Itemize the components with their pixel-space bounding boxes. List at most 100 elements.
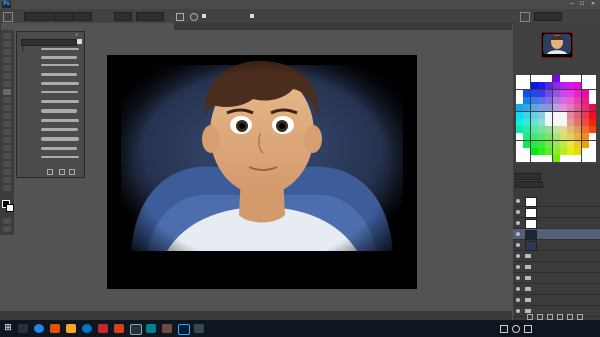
color-swatch[interactable]	[581, 111, 589, 119]
type-tool-icon[interactable]	[3, 153, 11, 159]
color-swatch[interactable]	[545, 111, 553, 119]
new-brush-icon[interactable]	[59, 169, 65, 175]
color-swatch[interactable]	[516, 118, 523, 126]
color-swatch[interactable]	[516, 96, 523, 104]
color-swatch[interactable]	[523, 82, 531, 90]
color-swatch[interactable]	[516, 140, 523, 148]
color-swatch[interactable]	[559, 82, 567, 90]
color-swatch[interactable]	[567, 89, 575, 97]
color-swatch[interactable]	[574, 148, 582, 155]
color-swatch[interactable]	[530, 140, 538, 148]
color-swatch[interactable]	[567, 133, 575, 141]
color-swatch[interactable]	[567, 75, 575, 82]
color-swatch[interactable]	[581, 75, 589, 82]
settings-gear-icon[interactable]	[190, 13, 198, 21]
app-icon[interactable]	[50, 324, 60, 333]
color-swatch[interactable]	[559, 148, 567, 155]
color-swatch[interactable]	[552, 148, 560, 155]
pen-tool-icon[interactable]	[3, 145, 11, 151]
color-swatch[interactable]	[559, 75, 567, 82]
color-swatch[interactable]	[530, 148, 538, 155]
panel-close-icon[interactable]: ×	[75, 32, 78, 37]
document-tab[interactable]	[1, 23, 174, 30]
quick-select-tool-icon[interactable]	[3, 57, 11, 63]
blur-tool-icon[interactable]	[3, 129, 11, 135]
color-swatch[interactable]	[537, 75, 545, 82]
quick-mask-icon[interactable]	[3, 218, 11, 224]
color-swatch[interactable]	[559, 155, 567, 163]
height-field[interactable]	[72, 12, 92, 21]
crop-tool-icon[interactable]	[3, 65, 11, 71]
straighten-button[interactable]	[136, 12, 164, 21]
brush-menu-icon[interactable]	[77, 39, 82, 44]
color-swatch[interactable]	[589, 96, 596, 104]
visibility-eye-icon[interactable]	[516, 309, 520, 313]
color-swatch[interactable]	[530, 75, 538, 82]
hand-tool-icon[interactable]	[3, 177, 11, 183]
color-swatch[interactable]	[516, 82, 523, 90]
history-brush-tool-icon[interactable]	[3, 105, 11, 111]
color-swatch[interactable]	[574, 155, 582, 163]
visibility-eye-icon[interactable]	[516, 221, 520, 225]
color-swatch[interactable]	[581, 118, 589, 126]
visibility-eye-icon[interactable]	[516, 265, 520, 269]
steam-icon[interactable]	[130, 324, 142, 335]
marquee-tool-icon[interactable]	[3, 41, 11, 47]
color-swatch[interactable]	[523, 118, 531, 126]
app-icon[interactable]	[194, 324, 204, 333]
color-swatch[interactable]	[589, 133, 596, 141]
visibility-eye-icon[interactable]	[516, 210, 520, 214]
move-tool-icon[interactable]	[3, 33, 11, 39]
app-icon[interactable]	[146, 324, 156, 333]
visibility-eye-icon[interactable]	[516, 232, 520, 236]
color-swatch[interactable]	[545, 140, 553, 148]
app-icon[interactable]	[162, 324, 172, 333]
color-swatch[interactable]	[545, 133, 553, 141]
color-swatch[interactable]	[523, 104, 531, 112]
dodge-tool-icon[interactable]	[3, 137, 11, 143]
eyedropper-tool-icon[interactable]	[3, 73, 11, 79]
color-swatch[interactable]	[552, 118, 560, 126]
color-swatch[interactable]	[589, 111, 596, 119]
color-swatch[interactable]	[523, 140, 531, 148]
color-swatch[interactable]	[559, 104, 567, 112]
color-swatch[interactable]	[559, 96, 567, 104]
color-swatch[interactable]	[574, 133, 582, 141]
color-swatch[interactable]	[516, 155, 523, 163]
color-swatch[interactable]	[581, 96, 589, 104]
color-swatch[interactable]	[574, 118, 582, 126]
color-swatch[interactable]	[567, 118, 575, 126]
color-swatch[interactable]	[574, 111, 582, 119]
color-swatch[interactable]	[589, 155, 596, 163]
delete-cropped-checkbox[interactable]	[202, 14, 206, 18]
color-swatch[interactable]	[589, 140, 596, 148]
color-swatch[interactable]	[581, 148, 589, 155]
close-button[interactable]: ✕	[589, 1, 597, 8]
task-view-icon[interactable]	[18, 324, 28, 333]
color-swatch[interactable]	[545, 155, 553, 163]
color-swatch[interactable]	[589, 104, 596, 112]
color-swatch[interactable]	[589, 118, 596, 126]
color-swatch[interactable]	[567, 111, 575, 119]
color-swatch[interactable]	[516, 111, 523, 119]
color-swatch[interactable]	[530, 104, 538, 112]
layer-group-row[interactable]	[513, 251, 600, 262]
visibility-eye-icon[interactable]	[516, 276, 520, 280]
color-swatch[interactable]	[523, 111, 531, 119]
layer-group-row[interactable]	[513, 262, 600, 273]
color-swatch[interactable]	[545, 96, 553, 104]
color-swatch[interactable]	[537, 104, 545, 112]
visibility-eye-icon[interactable]	[516, 298, 520, 302]
color-swatch[interactable]	[581, 140, 589, 148]
edge-icon[interactable]	[82, 324, 92, 333]
visibility-eye-icon[interactable]	[516, 243, 520, 247]
file-explorer-icon[interactable]	[66, 324, 76, 333]
clone-stamp-tool-icon[interactable]	[3, 97, 11, 103]
color-swatch[interactable]	[537, 148, 545, 155]
eraser-tool-icon[interactable]	[3, 113, 11, 119]
color-swatch[interactable]	[516, 104, 523, 112]
color-swatch[interactable]	[530, 133, 538, 141]
zoom-tool-icon[interactable]	[3, 185, 11, 191]
color-swatch[interactable]	[523, 89, 531, 97]
color-swatch[interactable]	[552, 140, 560, 148]
